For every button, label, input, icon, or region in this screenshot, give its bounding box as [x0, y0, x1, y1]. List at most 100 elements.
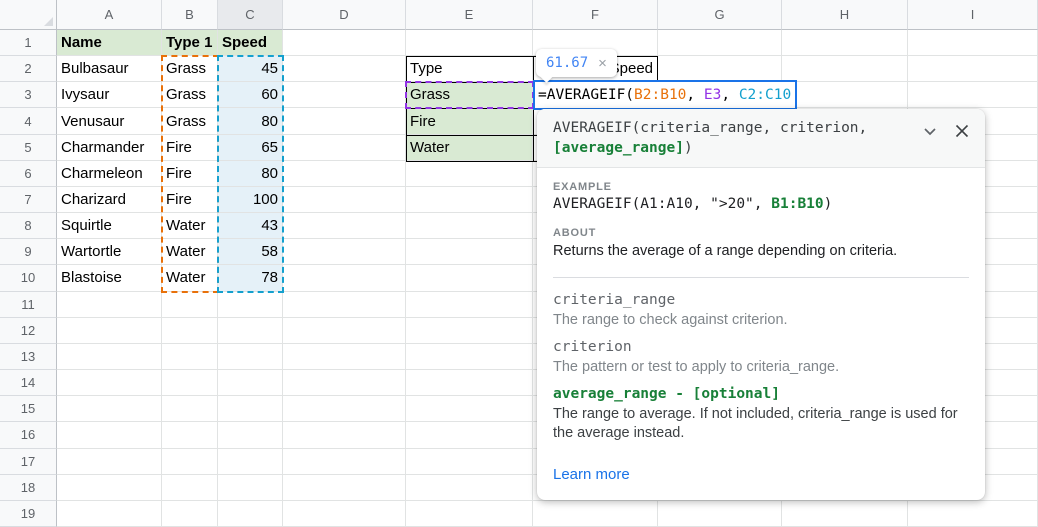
row-header-2[interactable]: 2	[0, 56, 57, 82]
cell-C15[interactable]	[218, 396, 283, 422]
close-icon[interactable]	[953, 122, 971, 140]
cell-H3[interactable]	[782, 82, 908, 108]
cell-A14[interactable]	[57, 370, 162, 396]
cell-A17[interactable]	[57, 449, 162, 475]
cell-E17[interactable]	[406, 449, 533, 475]
cell-A12[interactable]	[57, 318, 162, 344]
cell-C3[interactable]: 60	[218, 82, 283, 108]
cell-D11[interactable]	[283, 292, 406, 318]
row-header-18[interactable]: 18	[0, 475, 57, 501]
cell-C12[interactable]	[218, 318, 283, 344]
cell-C14[interactable]	[218, 370, 283, 396]
cell-C1[interactable]: Speed	[218, 30, 283, 56]
select-all-corner[interactable]	[0, 0, 57, 30]
cell-E11[interactable]	[406, 292, 533, 318]
cell-D7[interactable]	[283, 187, 406, 213]
cell-C19[interactable]	[218, 501, 283, 527]
cell-A19[interactable]	[57, 501, 162, 527]
row-header-17[interactable]: 17	[0, 449, 57, 475]
cell-D13[interactable]	[283, 344, 406, 370]
cell-A4[interactable]: Venusaur	[57, 108, 162, 134]
cell-D3[interactable]	[283, 82, 406, 108]
cell-C17[interactable]	[218, 449, 283, 475]
cell-A10[interactable]: Blastoise	[57, 265, 162, 291]
column-header-A[interactable]: A	[57, 0, 162, 30]
cell-B12[interactable]	[162, 318, 218, 344]
cell-E13[interactable]	[406, 344, 533, 370]
cell-C5[interactable]: 65	[218, 135, 283, 161]
row-header-10[interactable]: 10	[0, 265, 57, 291]
cell-D1[interactable]	[283, 30, 406, 56]
cell-D4[interactable]	[283, 108, 406, 134]
row-header-9[interactable]: 9	[0, 239, 57, 265]
cell-I2[interactable]	[908, 56, 1038, 82]
cell-A5[interactable]: Charmander	[57, 135, 162, 161]
cell-C13[interactable]	[218, 344, 283, 370]
row-header-13[interactable]: 13	[0, 344, 57, 370]
row-header-5[interactable]: 5	[0, 135, 57, 161]
cell-G2[interactable]	[658, 56, 782, 82]
column-header-I[interactable]: I	[908, 0, 1038, 30]
cell-D5[interactable]	[283, 135, 406, 161]
column-header-F[interactable]: F	[533, 0, 658, 30]
cell-E8[interactable]	[406, 213, 533, 239]
cell-B16[interactable]	[162, 422, 218, 448]
column-header-B[interactable]: B	[162, 0, 218, 30]
cell-A6[interactable]: Charmeleon	[57, 161, 162, 187]
row-header-7[interactable]: 7	[0, 187, 57, 213]
cell-D14[interactable]	[283, 370, 406, 396]
cell-A16[interactable]	[57, 422, 162, 448]
row-header-11[interactable]: 11	[0, 292, 57, 318]
row-header-12[interactable]: 12	[0, 318, 57, 344]
cell-A18[interactable]	[57, 475, 162, 501]
learn-more-link[interactable]: Learn more	[553, 466, 630, 483]
row-header-4[interactable]: 4	[0, 108, 57, 134]
column-header-E[interactable]: E	[406, 0, 533, 30]
cell-C8[interactable]: 43	[218, 213, 283, 239]
cell-E7[interactable]	[406, 187, 533, 213]
cell-G1[interactable]	[658, 30, 782, 56]
cell-B3[interactable]: Grass	[162, 82, 218, 108]
cell-H2[interactable]	[782, 56, 908, 82]
cell-E2[interactable]: Type	[406, 56, 533, 82]
cell-D6[interactable]	[283, 161, 406, 187]
cell-G19[interactable]	[658, 501, 782, 527]
cell-D9[interactable]	[283, 239, 406, 265]
cell-E15[interactable]	[406, 396, 533, 422]
cell-E12[interactable]	[406, 318, 533, 344]
formula-cell-editor[interactable]: =AVERAGEIF(B2:B10, E3, C2:C10	[533, 80, 797, 110]
cell-A11[interactable]	[57, 292, 162, 318]
cell-I19[interactable]	[908, 501, 1038, 527]
cell-C4[interactable]: 80	[218, 108, 283, 134]
cell-E16[interactable]	[406, 422, 533, 448]
cell-D2[interactable]	[283, 56, 406, 82]
cell-E18[interactable]	[406, 475, 533, 501]
cell-B4[interactable]: Grass	[162, 108, 218, 134]
cell-B13[interactable]	[162, 344, 218, 370]
cell-H19[interactable]	[782, 501, 908, 527]
cell-I1[interactable]	[908, 30, 1038, 56]
cell-D17[interactable]	[283, 449, 406, 475]
cell-B18[interactable]	[162, 475, 218, 501]
cell-A13[interactable]	[57, 344, 162, 370]
cell-E6[interactable]	[406, 161, 533, 187]
cell-B1[interactable]: Type 1	[162, 30, 218, 56]
cell-C11[interactable]	[218, 292, 283, 318]
cell-E10[interactable]	[406, 265, 533, 291]
cell-B5[interactable]: Fire	[162, 135, 218, 161]
chevron-down-icon[interactable]	[921, 122, 939, 140]
cell-E4[interactable]: Fire	[406, 108, 533, 134]
cell-A9[interactable]: Wartortle	[57, 239, 162, 265]
row-header-15[interactable]: 15	[0, 396, 57, 422]
cell-A8[interactable]: Squirtle	[57, 213, 162, 239]
cell-B2[interactable]: Grass	[162, 56, 218, 82]
cell-D10[interactable]	[283, 265, 406, 291]
column-header-C[interactable]: C	[218, 0, 283, 30]
cell-D19[interactable]	[283, 501, 406, 527]
cell-A2[interactable]: Bulbasaur	[57, 56, 162, 82]
row-header-14[interactable]: 14	[0, 370, 57, 396]
cell-B17[interactable]	[162, 449, 218, 475]
cell-C10[interactable]: 78	[218, 265, 283, 291]
cell-E3[interactable]: Grass	[406, 82, 533, 108]
cell-A7[interactable]: Charizard	[57, 187, 162, 213]
